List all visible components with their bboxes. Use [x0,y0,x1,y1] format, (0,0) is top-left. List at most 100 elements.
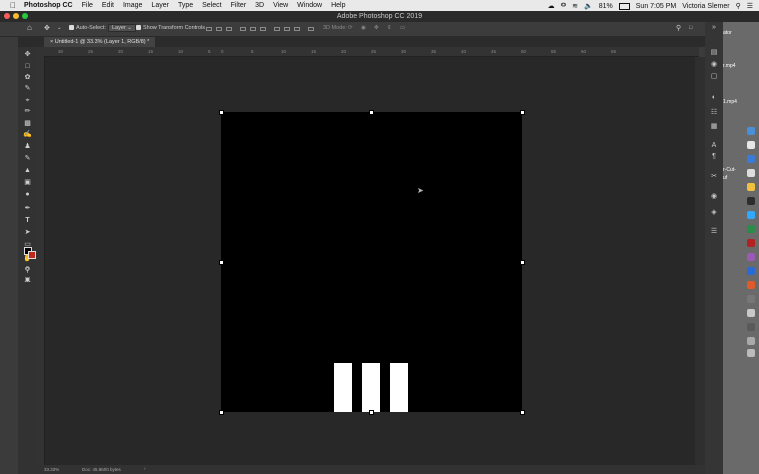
dock-folder-icon[interactable] [747,309,755,317]
move-tool-icon[interactable]: ✥ [23,51,32,59]
transform-handle-right[interactable] [520,260,525,265]
bluetooth-icon[interactable]: ⭖ [561,2,567,10]
tool-presets-panel-icon[interactable]: ✂ [710,172,718,180]
dock-premiere-icon[interactable] [747,253,755,261]
transform-handle-top-right[interactable] [520,110,525,115]
menu-select[interactable]: Select [202,2,221,9]
transform-handle-left[interactable] [219,260,224,265]
dock-safari-icon[interactable] [747,155,755,163]
clone-stamp-tool-icon[interactable]: ♟ [23,143,32,151]
history-panel-icon[interactable]: ▤ [710,48,718,56]
menu-filter[interactable]: Filter [231,2,247,9]
dock-downloads-icon[interactable] [747,323,755,331]
document-tab[interactable]: × Untitled-1 @ 33.3% (Layer 1, RGB/8) * [44,37,156,47]
clock[interactable]: Sun 7:05 PM [636,3,676,10]
transform-handle-bottom-right[interactable] [520,410,525,415]
dock-launchpad-icon[interactable] [747,141,755,149]
desktop-file-label[interactable]: r-Cut- [723,167,736,173]
quick-selection-tool-icon[interactable]: ✎ [23,85,32,93]
close-tab-icon[interactable]: × [50,39,53,45]
menu-window[interactable]: Window [297,2,322,9]
user-name[interactable]: Victoria Slemer [682,3,729,10]
notification-center-icon[interactable]: ☰ [747,2,753,10]
adjustments-panel-icon[interactable]: ◐ [710,94,718,101]
dock-excel-icon[interactable] [747,225,755,233]
desktop-file-label[interactable]: uf [723,175,727,181]
paths-panel-icon[interactable]: ◈ [710,208,718,216]
crop-tool-icon[interactable]: ⌖ [23,97,32,105]
dock-photoshop-icon[interactable] [747,211,755,219]
align-bottom-icon[interactable] [260,27,266,31]
menu-file[interactable]: File [82,2,93,9]
libraries-panel-icon[interactable]: ▦ [710,122,718,130]
desktop-file-label[interactable]: ator [723,30,732,36]
history-brush-tool-icon[interactable]: ✎ [23,155,32,163]
transform-handle-top-left[interactable] [219,110,224,115]
creative-cloud-icon[interactable]: ☁ [548,2,555,10]
align-left-icon[interactable] [206,27,212,31]
screen-mode-icon[interactable]: ▣ [23,276,32,284]
dock-acrobat-icon[interactable] [747,239,755,247]
move-tool-preset-icon[interactable]: ✥ [44,24,50,32]
distribute-top-icon[interactable] [274,27,280,31]
menu-3d[interactable]: 3D [255,2,264,9]
dock-preview-icon[interactable] [747,295,755,303]
dock-document-icon[interactable] [747,337,755,345]
transform-handle-bottom[interactable] [369,410,374,415]
marquee-tool-icon[interactable]: □ [23,63,32,71]
auto-select-dropdown[interactable]: Layer ⌄ [108,24,136,32]
dock-terminal-icon[interactable] [747,197,755,205]
tool-preset-chevron-icon[interactable]: ⌄ [57,25,62,31]
more-align-options-icon[interactable] [308,27,314,31]
workspace-switcher-icon[interactable]: □ [689,25,692,31]
3d-pan-icon[interactable]: ✥ [374,25,379,31]
eyedropper-tool-icon[interactable]: ✏ [23,108,32,116]
wifi-icon[interactable]: ≋ [572,2,578,10]
collapse-panels-icon[interactable]: » [710,24,718,31]
dock-trash-icon[interactable] [747,349,755,357]
dodge-tool-icon[interactable]: ● [23,191,32,199]
3d-roll-icon[interactable]: ◉ [361,25,366,31]
menu-layer[interactable]: Layer [151,2,169,9]
show-transform-controls-checkbox[interactable]: Show Transform Controls [136,25,205,31]
battery-percent[interactable]: 81% [599,3,613,10]
dock-chrome-icon[interactable] [747,169,755,177]
transform-handle-top[interactable] [369,110,374,115]
menu-view[interactable]: View [273,2,288,9]
pen-tool-icon[interactable]: ✒ [23,205,32,213]
distribute-bottom-icon[interactable] [294,27,300,31]
white-bar-shape[interactable] [362,363,380,412]
gradient-tool-icon[interactable]: ▣ [23,179,32,187]
status-menu-chevron-icon[interactable]: › [144,466,146,471]
dock-powerpoint-icon[interactable] [747,281,755,289]
dock-notes-icon[interactable] [747,183,755,191]
character-panel-icon[interactable]: A [710,142,718,149]
white-bar-shape[interactable] [390,363,408,412]
menu-edit[interactable]: Edit [102,2,114,9]
type-tool-icon[interactable]: T [23,217,32,225]
3d-slide-icon[interactable]: ⇕ [387,25,392,31]
apple-menu-icon[interactable]:  [10,1,16,10]
healing-brush-tool-icon[interactable]: ▩ [23,120,32,128]
properties-panel-icon[interactable]: ☷ [710,108,718,116]
dock-finder-icon[interactable] [747,127,755,135]
home-icon[interactable]: ⌂ [27,23,32,32]
volume-icon[interactable]: 🔈 [584,2,593,10]
battery-icon[interactable] [618,2,630,10]
eraser-tool-icon[interactable]: ▲ [23,167,32,175]
color-panel-icon[interactable]: ◉ [710,60,718,68]
search-icon[interactable]: ⚲ [676,24,681,32]
menu-image[interactable]: Image [123,2,142,9]
align-horizontal-center-icon[interactable] [216,27,222,31]
background-color-swatch[interactable] [28,251,36,259]
auto-select-checkbox[interactable]: Auto-Select: [69,25,106,31]
spotlight-icon[interactable]: ⚲ [736,2,741,10]
channels-panel-icon[interactable]: ◉ [710,192,718,200]
align-top-icon[interactable] [240,27,246,31]
brush-tool-icon[interactable]: ✍ [23,131,32,139]
3d-panel-icon[interactable]: ▢ [710,72,718,80]
layers-panel-icon[interactable]: ☰ [710,227,718,235]
document-canvas[interactable] [219,110,525,415]
transform-handle-bottom-left[interactable] [219,410,224,415]
align-right-icon[interactable] [226,27,232,31]
